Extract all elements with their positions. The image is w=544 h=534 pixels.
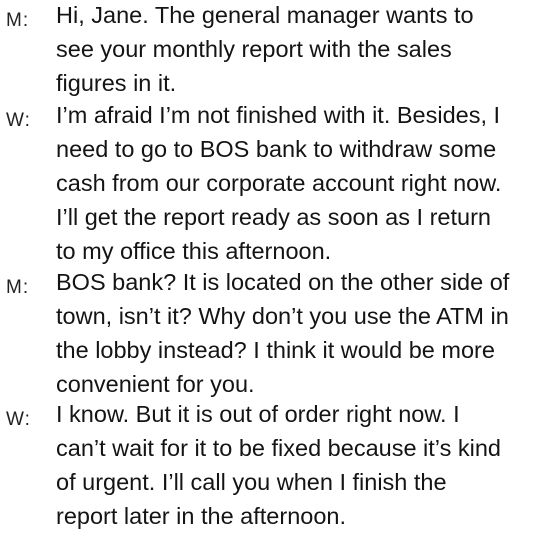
dialogue-line: town, isn’t it? Why don’t you use the AT… (56, 303, 509, 329)
dialogue-line: report later in the afternoon. (56, 503, 347, 529)
dialogue-line: need to go to BOS bank to withdraw some (56, 136, 497, 162)
speaker-label: M: (6, 10, 30, 31)
dialogue-line: I’ll get the report ready as soon as I r… (56, 204, 491, 230)
dialogue-line: BOS bank? It is located on the other sid… (56, 269, 510, 295)
dialogue-transcript: M: Hi, Jane. The general manager wants t… (0, 0, 544, 534)
speaker-label: W: (6, 409, 31, 430)
dialogue-line: Hi, Jane. The general manager wants to (56, 2, 474, 28)
dialogue-line: the lobby instead? I think it would be m… (56, 337, 495, 363)
dialogue-line: I know. But it is out of order right now… (56, 401, 460, 427)
dialogue-line: to my office this afternoon. (56, 238, 332, 264)
dialogue-line: see your monthly report with the sales (56, 36, 452, 62)
dialogue-line: cash from our corporate account right no… (56, 170, 502, 196)
dialogue-line: figures in it. (56, 70, 177, 96)
speaker-label: M: (6, 277, 30, 298)
dialogue-line: I’m afraid I’m not finished with it. Bes… (56, 102, 501, 128)
speaker-label: W: (6, 110, 31, 131)
dialogue-line: of urgent. I’ll call you when I finish t… (56, 469, 447, 495)
dialogue-line: convenient for you. (56, 371, 255, 397)
dialogue-line: can’t wait for it to be fixed because it… (56, 435, 501, 461)
